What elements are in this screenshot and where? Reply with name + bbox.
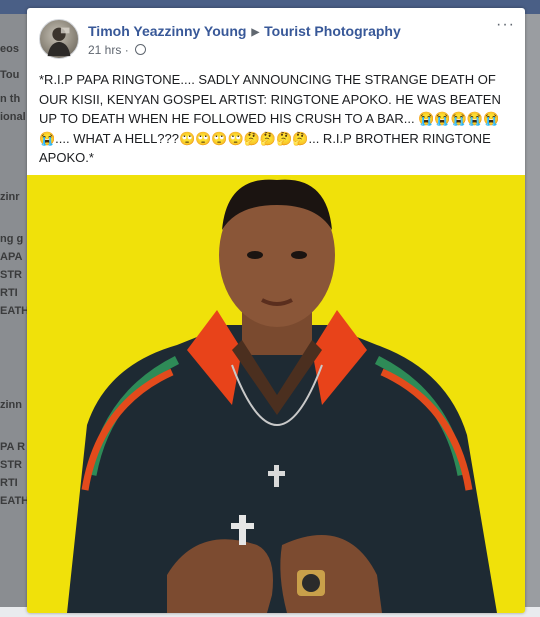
author-avatar[interactable] — [39, 19, 79, 59]
background-feed-fragment: EATH — [0, 305, 28, 317]
background-feed-fragment: RTI — [0, 477, 18, 489]
arrow-right-icon: ▶ — [251, 27, 260, 38]
background-feed-fragment: zinn — [0, 399, 22, 411]
post-card: Timoh Yeazzinny Young ▶ Tourist Photograph… — [27, 8, 525, 613]
person-icon — [47, 27, 71, 57]
post-timestamp[interactable]: 21 hrs — [88, 43, 121, 57]
post-title-line: Timoh Yeazzinny Young ▶ Tourist Photograph… — [88, 23, 401, 39]
globe-icon[interactable] — [135, 44, 147, 55]
post-header: Timoh Yeazzinny Young ▶ Tourist Photograph… — [27, 8, 525, 64]
background-feed-fragment: PA R — [0, 441, 26, 453]
post-text: *R.I.P PAPA RINGTONE.... SADLY ANNOUNCIN… — [39, 72, 501, 165]
post-photo[interactable] — [27, 175, 525, 613]
background-feed-fragment: ional — [0, 111, 26, 123]
background-feed-fragment: STR — [0, 459, 22, 471]
background-feed-fragment: RTI — [0, 287, 18, 299]
author-name-link[interactable]: Timoh Yeazzinny Young — [88, 23, 246, 39]
post-meta: 21 hrs · — [88, 43, 147, 57]
background-feed-fragment: STR — [0, 269, 22, 281]
background-feed-fragment: n th — [0, 93, 21, 105]
more-options-icon[interactable]: ··· — [496, 16, 515, 34]
portrait-image — [27, 175, 525, 613]
background-feed-fragment: ng g — [0, 233, 24, 245]
page-name-link[interactable]: Tourist Photography — [264, 23, 401, 39]
background-feed-fragment: eos — [0, 43, 19, 55]
background-feed-fragment: Tou — [0, 69, 20, 81]
background-feed-fragment: EATH — [0, 495, 28, 507]
background-feed-fragment: APA — [0, 251, 23, 263]
background-feed-fragment: zinr — [0, 191, 20, 203]
background-right-strip — [524, 14, 540, 617]
